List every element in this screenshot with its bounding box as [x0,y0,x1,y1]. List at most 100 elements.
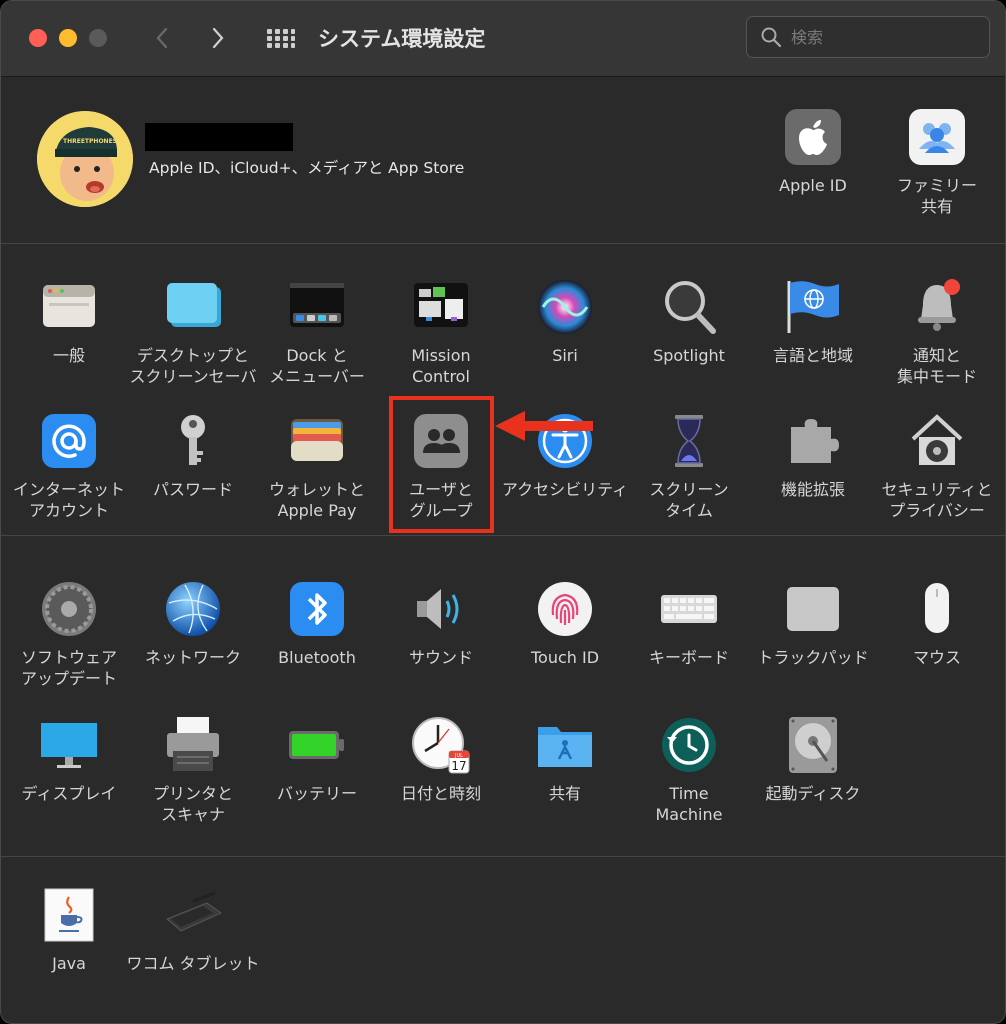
mouse-icon [925,583,949,633]
avatar[interactable]: THREETPHONES [37,111,133,207]
svg-text:17: 17 [451,759,466,773]
back-button[interactable] [145,21,179,55]
pref-spotlight[interactable]: Spotlight [619,277,759,366]
pref-wallet[interactable]: ウォレットと Apple Pay [247,411,387,521]
pref-security-privacy[interactable]: セキュリティと プライバシー [867,411,1005,521]
trackpad-icon [787,587,839,631]
pref-desktop-label: デスクトップと スクリーンセーバ [129,346,257,386]
pref-displays[interactable]: ディスプレイ [1,715,139,804]
pref-general-label: 一般 [52,346,85,365]
forward-button[interactable] [201,21,235,55]
pref-date-time[interactable]: JUL 17 日付と時刻 [371,715,511,804]
pref-keyboard[interactable]: キーボード [619,579,759,668]
pref-touch-id-label: Touch ID [530,648,600,667]
wacom-tablet-icon [166,891,222,932]
pref-sound[interactable]: サウンド [371,579,511,668]
key-icon [181,415,205,465]
apple-logo-icon [785,109,841,165]
pref-family-sharing[interactable]: ファミリー 共有 [867,107,1005,217]
pref-screen-time-label: スクリーン タイム [649,480,729,520]
house-lock-icon [911,414,963,465]
globe-icon [166,582,220,636]
pref-startup-disk[interactable]: 起動ディスク [743,715,883,804]
account-subtitle: Apple ID、iCloud+、メディアと App Store [149,159,465,177]
battery-icon [289,731,344,759]
pref-time-machine-label: Time Machine [655,784,723,824]
pref-extensions[interactable]: 機能拡張 [743,411,883,500]
pref-printers-label: プリンタと スキャナ [152,784,233,824]
pref-startup-disk-label: 起動ディスク [765,784,861,803]
grid-icon [267,29,295,48]
bluetooth-icon [290,582,344,636]
pref-language-region[interactable]: 言語と地域 [743,277,883,366]
pref-desktop[interactable]: デスクトップと スクリーンセーバ [123,277,263,387]
pref-passwords-label: パスワード [152,480,233,499]
red-arrow-icon [495,411,593,441]
pref-mission-control[interactable]: Mission Control [371,277,511,387]
pref-internet-accounts-label: インターネット アカウント [12,480,125,520]
pref-screen-time[interactable]: スクリーン タイム [619,411,759,521]
pref-spotlight-label: Spotlight [653,346,725,365]
show-all-button[interactable] [263,21,297,55]
pref-bluetooth[interactable]: Bluetooth [247,579,387,668]
pref-battery-label: バッテリー [276,784,357,803]
chevron-right-icon [212,27,224,49]
close-button[interactable] [29,29,47,47]
pref-printers[interactable]: プリンタと スキャナ [123,715,263,825]
fingerprint-icon [538,582,592,636]
pref-software-update[interactable]: ソフトウェア アップデート [1,579,139,689]
pref-trackpad-label: トラックパッド [757,648,869,667]
zoom-button[interactable] [89,29,107,47]
pref-language-region-label: 言語と地域 [772,346,853,365]
divider [1,535,1005,536]
pref-siri[interactable]: Siri [495,277,635,366]
chevron-left-icon [156,27,168,49]
pref-sharing[interactable]: 共有 [495,715,635,804]
titlebar: システム環境設定 [1,1,1005,77]
svg-text:THREETPHONES: THREETPHONES [63,138,117,145]
pref-sound-label: サウンド [408,648,473,667]
search-input[interactable] [791,25,981,49]
pref-passwords[interactable]: パスワード [123,411,263,500]
pref-notifications-label: 通知と 集中モード [896,346,977,386]
pref-wallet-label: ウォレットと Apple Pay [268,480,365,520]
pref-network[interactable]: ネットワーク [123,579,263,668]
pref-battery[interactable]: バッテリー [247,715,387,804]
pref-dock-label: Dock と メニューバー [269,346,365,386]
pref-extensions-label: 機能拡張 [780,480,845,499]
pref-keyboard-label: キーボード [648,648,729,667]
hard-disk-icon [789,717,837,773]
gear-icon [42,582,96,636]
pref-general[interactable]: 一般 [1,277,139,366]
account-name-redacted [145,123,293,151]
pref-java[interactable]: Java [1,885,139,974]
general-icon [43,285,95,327]
keyboard-icon [661,595,717,623]
pref-wacom-tablet[interactable]: ワコム タブレット [123,885,263,974]
pref-notifications[interactable]: 通知と 集中モード [867,277,1005,387]
pref-mouse[interactable]: マウス [867,579,1005,668]
search-icon [761,27,782,48]
search-field[interactable] [746,16,990,58]
pref-trackpad[interactable]: トラックパッド [743,579,883,668]
pref-apple-id[interactable]: Apple ID [743,107,883,196]
divider [1,856,1005,857]
minimize-button[interactable] [59,29,77,47]
family-sharing-icon [909,109,965,165]
pref-date-time-label: 日付と時刻 [400,784,481,803]
dock-icon [290,283,344,327]
pref-software-update-label: ソフトウェア アップデート [20,648,117,688]
pref-internet-accounts[interactable]: インターネット アカウント [1,411,139,521]
pref-bluetooth-label: Bluetooth [278,648,356,667]
mission-control-icon [414,283,468,327]
pref-siri-label: Siri [552,346,578,365]
notification-bell-icon [918,279,960,331]
pref-displays-label: ディスプレイ [21,784,117,803]
pref-network-label: ネットワーク [144,648,241,667]
display-icon [41,723,97,768]
divider [1,243,1005,244]
pref-time-machine[interactable]: Time Machine [619,715,759,825]
pref-dock[interactable]: Dock と メニューバー [247,277,387,387]
pref-touch-id[interactable]: Touch ID [495,579,635,668]
shared-folder-icon [538,727,592,767]
